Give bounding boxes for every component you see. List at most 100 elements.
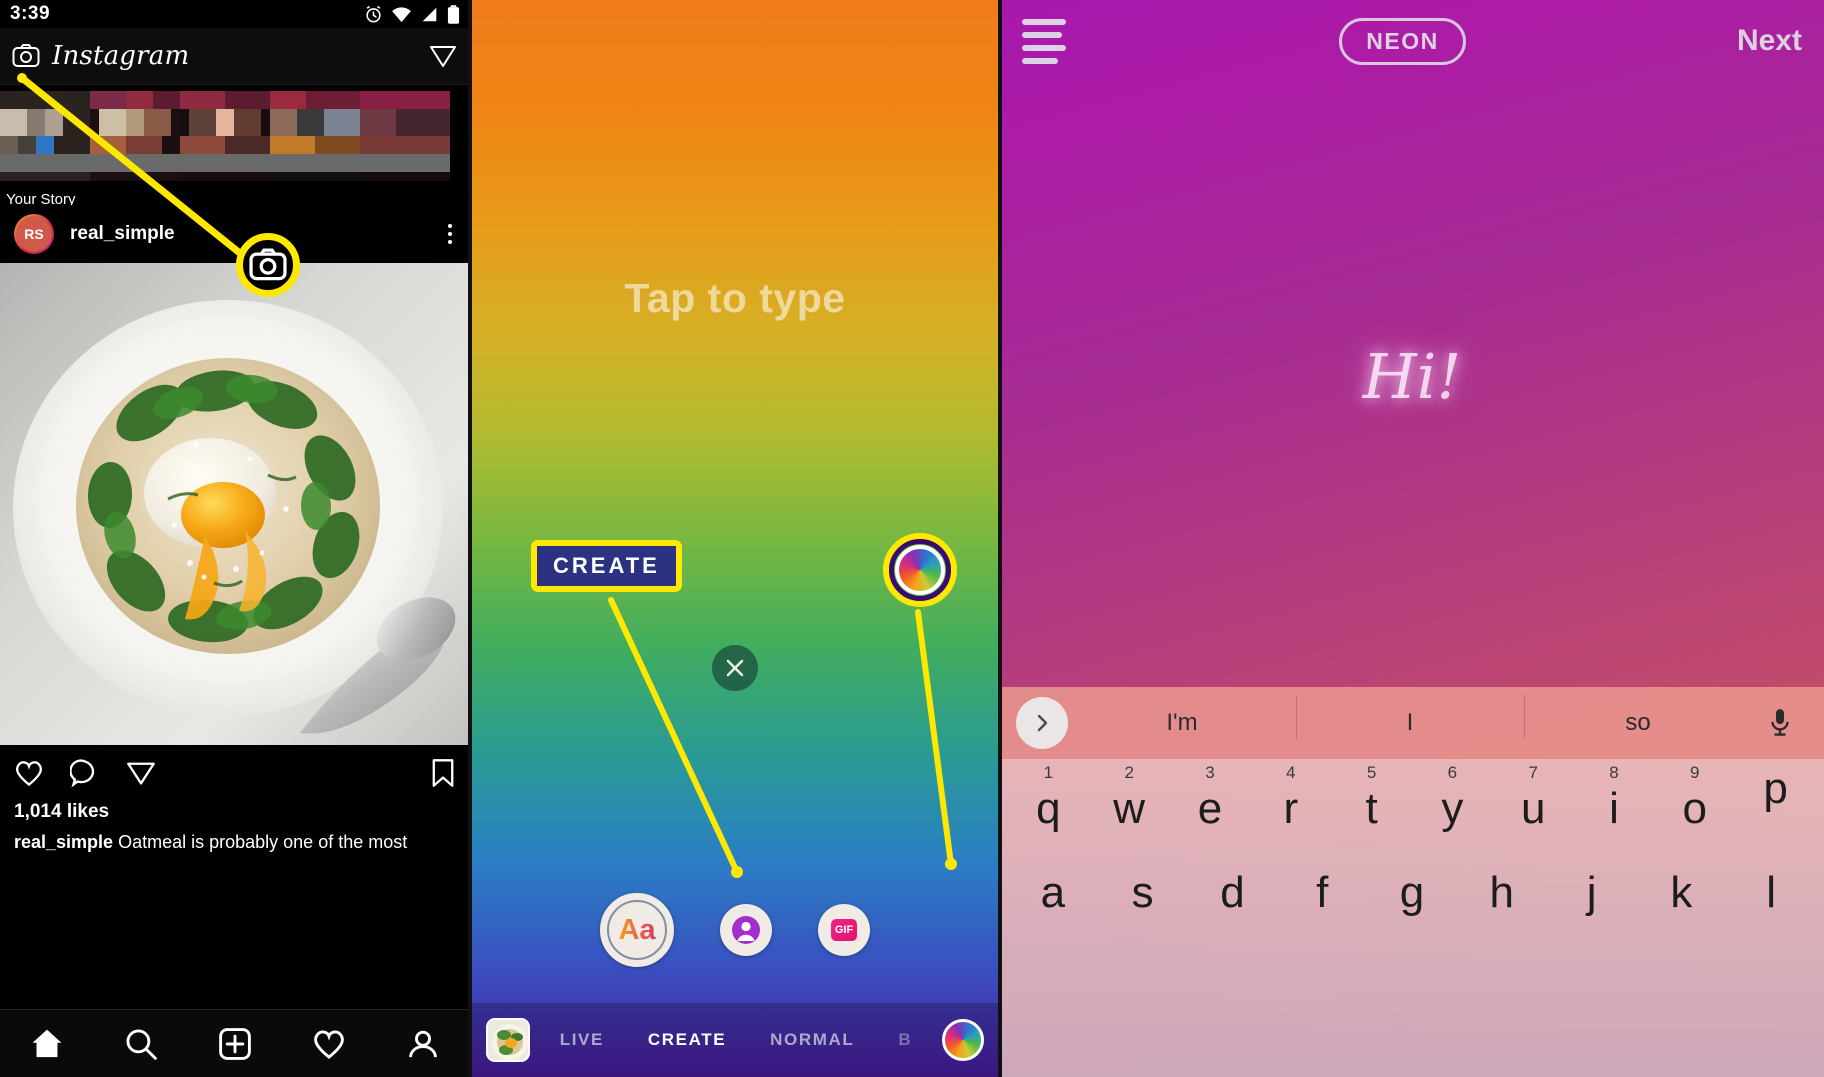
story-item[interactable] bbox=[360, 91, 450, 186]
gif-tool-button[interactable]: GIF bbox=[818, 904, 870, 956]
key-letter: l bbox=[1766, 868, 1777, 917]
tap-to-type-placeholder[interactable]: Tap to type bbox=[470, 275, 1000, 322]
key-q[interactable]: 1q bbox=[1008, 763, 1089, 831]
battery-icon bbox=[447, 4, 460, 24]
story-thumbnail bbox=[360, 91, 450, 181]
stories-tray[interactable]: Your Story bbox=[0, 85, 470, 205]
microphone-icon[interactable] bbox=[1752, 708, 1808, 738]
mode-selector[interactable]: LIVE CREATE NORMAL B bbox=[544, 1030, 928, 1050]
key-letter: p bbox=[1763, 764, 1788, 813]
bookmark-icon[interactable] bbox=[430, 758, 456, 788]
key-i[interactable]: 8i bbox=[1574, 763, 1655, 831]
suggestion-item[interactable]: I'm bbox=[1068, 709, 1296, 737]
suggestion-item[interactable]: I bbox=[1296, 695, 1524, 739]
next-button[interactable]: Next bbox=[1737, 24, 1802, 58]
key-e[interactable]: 3e bbox=[1170, 763, 1251, 831]
key-letter: w bbox=[1113, 784, 1146, 833]
more-options-icon[interactable] bbox=[448, 224, 456, 244]
key-r[interactable]: 4r bbox=[1250, 763, 1331, 831]
story-item[interactable] bbox=[270, 91, 360, 186]
home-icon[interactable] bbox=[30, 1027, 64, 1061]
story-thumbnail bbox=[90, 91, 180, 181]
wifi-icon bbox=[392, 6, 411, 22]
suggestion-item[interactable]: so bbox=[1524, 695, 1752, 739]
key-f[interactable]: f bbox=[1277, 871, 1367, 915]
post-username[interactable]: real_simple bbox=[70, 223, 175, 245]
post-author-group[interactable]: RS real_simple bbox=[14, 214, 175, 254]
mode-normal[interactable]: NORMAL bbox=[770, 1030, 854, 1050]
chevron-right-icon[interactable] bbox=[1016, 697, 1068, 749]
oatmeal-bowl-photo bbox=[0, 263, 470, 745]
profile-icon[interactable] bbox=[406, 1027, 440, 1061]
panel-neon-text-editor: NEON Next Hi! I'm I so 1 q 2 w 3 e 4 r 5… bbox=[1000, 0, 1824, 1077]
camera-mode-bar[interactable]: LIVE CREATE NORMAL B bbox=[470, 1003, 1000, 1077]
key-letter: d bbox=[1220, 868, 1245, 917]
color-wheel-icon[interactable] bbox=[942, 1019, 984, 1061]
sticker-tool-button[interactable] bbox=[720, 904, 772, 956]
text-style-button[interactable]: NEON bbox=[1339, 17, 1466, 65]
gallery-thumbnail[interactable] bbox=[486, 1018, 530, 1062]
camera-icon[interactable] bbox=[12, 42, 40, 70]
key-h[interactable]: h bbox=[1457, 871, 1547, 915]
key-p[interactable]: p bbox=[1735, 763, 1816, 811]
key-o[interactable]: 9o bbox=[1654, 763, 1735, 831]
key-t[interactable]: 5t bbox=[1331, 763, 1412, 831]
keyboard-row-1[interactable]: 1q 2w 3e 4r 5t 6y 7u 8i 9o p bbox=[1000, 763, 1824, 871]
key-number: 7 bbox=[1528, 763, 1538, 782]
suggestion-bar[interactable]: I'm I so bbox=[1000, 687, 1824, 759]
mode-boomerang[interactable]: B bbox=[898, 1030, 912, 1050]
key-letter: e bbox=[1197, 784, 1223, 833]
story-tool-row[interactable]: Aa GIF bbox=[470, 893, 1000, 967]
panel-divider bbox=[998, 0, 1002, 1077]
alarm-icon bbox=[366, 5, 381, 22]
close-icon[interactable] bbox=[712, 645, 758, 691]
share-icon[interactable] bbox=[126, 758, 156, 788]
android-keyboard[interactable]: I'm I so 1q 2w 3e 4r 5 t 6 y 7 u 8 i 9 o… bbox=[1000, 687, 1824, 1077]
mode-create[interactable]: CREATE bbox=[648, 1030, 726, 1050]
key-w[interactable]: 2w bbox=[1089, 763, 1170, 831]
create-callout-tag: CREATE bbox=[531, 540, 682, 592]
keyboard-keys[interactable]: 1q 2w 3e 4r 5t 6y 7u 8i 9o p a s d f g h… bbox=[1000, 759, 1824, 1077]
keyboard-row-2[interactable]: a s d f g h j k l bbox=[1000, 871, 1824, 971]
story-item[interactable] bbox=[180, 91, 270, 186]
key-number: 9 bbox=[1690, 763, 1700, 782]
activity-icon[interactable] bbox=[312, 1027, 346, 1061]
key-u[interactable]: 7u bbox=[1493, 763, 1574, 831]
post-action-bar bbox=[0, 745, 470, 801]
key-l[interactable]: l bbox=[1726, 871, 1816, 915]
add-post-icon[interactable] bbox=[218, 1027, 252, 1061]
key-letter: s bbox=[1131, 868, 1154, 917]
color-wheel-highlight[interactable] bbox=[883, 533, 957, 607]
key-g[interactable]: g bbox=[1367, 871, 1457, 915]
heart-icon[interactable] bbox=[14, 758, 44, 788]
canvas-text[interactable]: Hi! bbox=[1000, 340, 1824, 413]
story-item[interactable]: Your Story bbox=[0, 91, 90, 205]
story-thumbnail bbox=[270, 91, 360, 181]
comment-icon[interactable] bbox=[70, 758, 100, 788]
key-s[interactable]: s bbox=[1098, 871, 1188, 915]
hamburger-menu-icon[interactable] bbox=[1022, 18, 1068, 64]
story-item[interactable] bbox=[90, 91, 180, 186]
status-icon-group bbox=[364, 4, 460, 24]
key-y[interactable]: 6y bbox=[1412, 763, 1493, 831]
key-number: 3 bbox=[1205, 763, 1215, 782]
text-tool-button[interactable]: Aa bbox=[600, 893, 674, 967]
caption-username[interactable]: real_simple bbox=[14, 832, 113, 852]
direct-send-icon[interactable] bbox=[428, 41, 458, 71]
key-k[interactable]: k bbox=[1636, 871, 1726, 915]
search-icon[interactable] bbox=[124, 1027, 158, 1061]
key-number: 6 bbox=[1447, 763, 1458, 782]
key-letter: a bbox=[1040, 868, 1066, 917]
key-a[interactable]: a bbox=[1008, 871, 1098, 915]
bottom-navigation-bar[interactable] bbox=[0, 1009, 470, 1077]
avatar[interactable]: RS bbox=[14, 214, 54, 254]
key-j[interactable]: j bbox=[1547, 871, 1637, 915]
camera-button-highlight[interactable] bbox=[236, 233, 300, 297]
panel-instagram-feed: 3:39 Instagram Your Story RS real_simple… bbox=[0, 0, 470, 1077]
suggestion-list[interactable]: I'm I so bbox=[1068, 695, 1752, 739]
key-letter: r bbox=[1283, 784, 1299, 833]
mode-live[interactable]: LIVE bbox=[560, 1030, 604, 1050]
key-letter: u bbox=[1520, 784, 1546, 833]
signal-icon bbox=[422, 7, 437, 21]
key-d[interactable]: d bbox=[1188, 871, 1278, 915]
